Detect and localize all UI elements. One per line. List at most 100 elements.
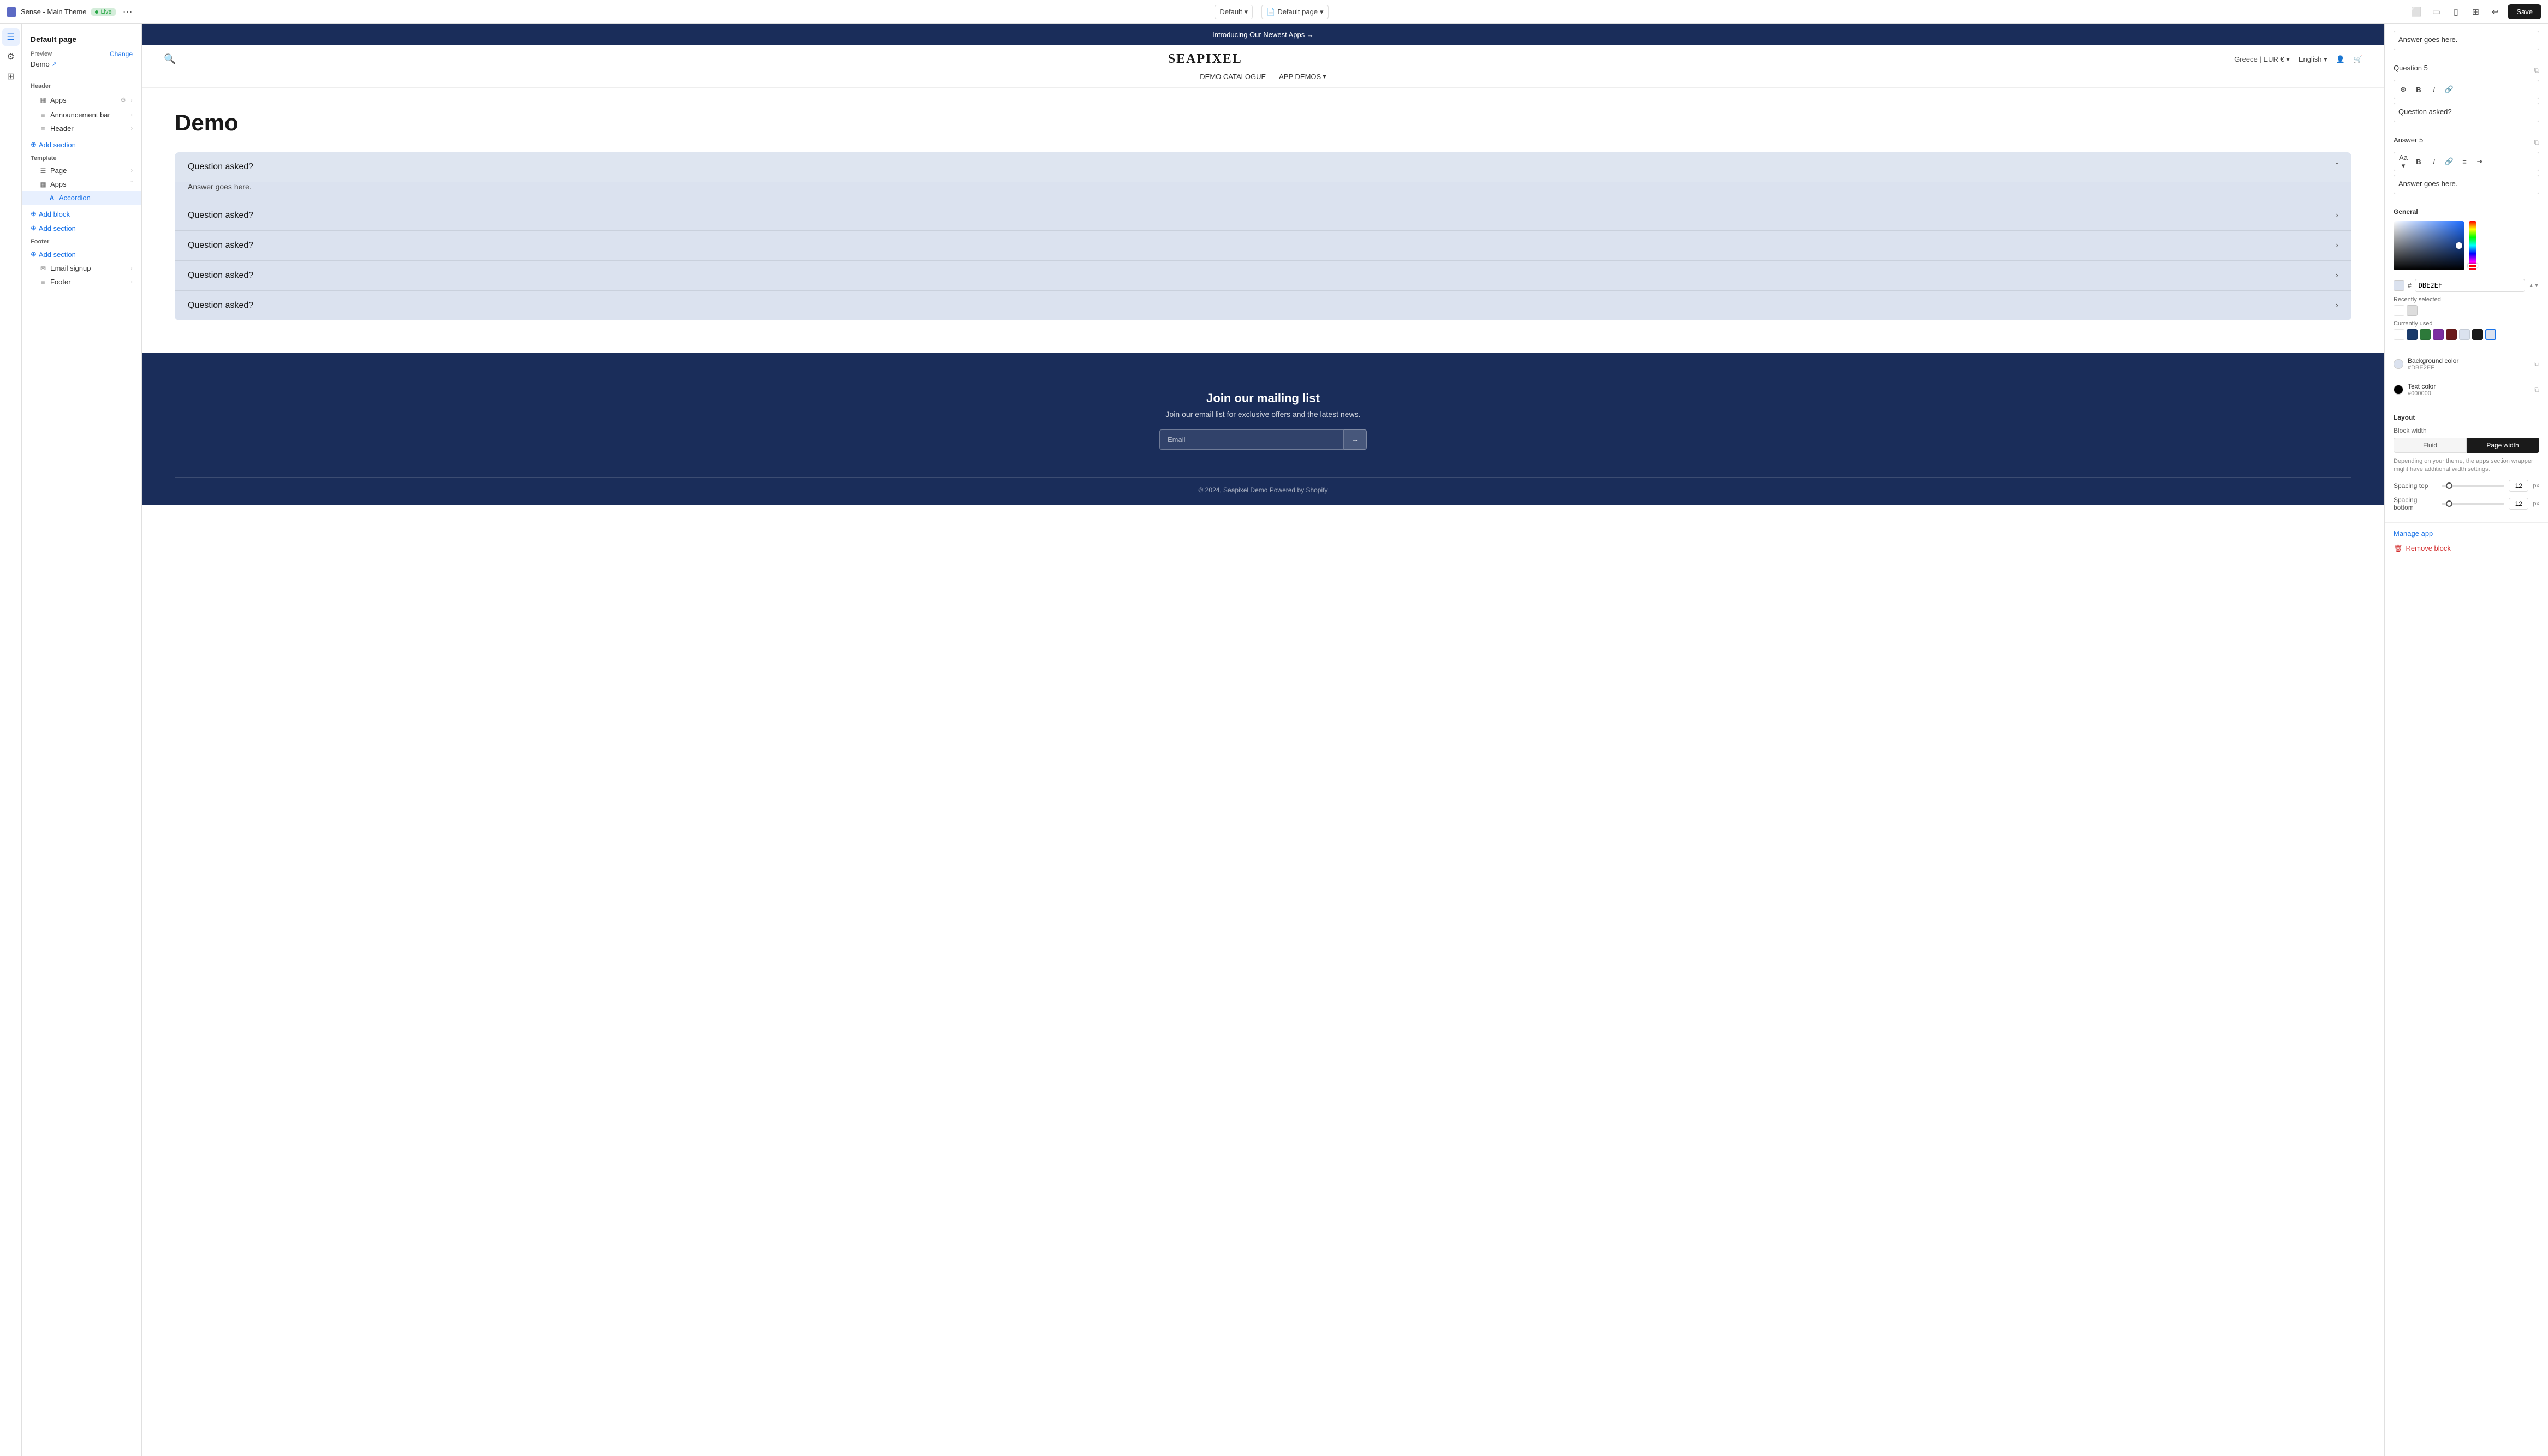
italic-btn2[interactable]: I <box>2427 154 2441 169</box>
answer5-value[interactable]: Answer goes here. <box>2394 175 2539 194</box>
sidebar-item-page[interactable]: ☰ Page › <box>22 164 141 177</box>
accordion-chevron-4: › <box>2336 271 2338 281</box>
cart-icon[interactable]: 🛒 <box>2354 55 2362 64</box>
add-section-footer-btn[interactable]: ⊕ Add section <box>22 247 141 261</box>
swatch-white[interactable] <box>2394 305 2404 316</box>
email-input[interactable] <box>1159 429 1344 450</box>
font-size-btn[interactable]: Aa ▾ <box>2396 154 2410 169</box>
question5-copy-icon[interactable]: ⧉ <box>2534 66 2539 75</box>
swatch-current-lightblue[interactable] <box>2459 329 2470 340</box>
nav-demo-catalogue[interactable]: DEMO CATALOGUE <box>1200 72 1266 81</box>
general-section: General # ▲▼ Recently selected <box>2385 201 2548 347</box>
recently-swatches <box>2394 305 2539 316</box>
tablet-icon[interactable]: ▭ <box>2428 4 2444 20</box>
swatch-current-white[interactable] <box>2394 329 2404 340</box>
more-button[interactable]: ··· <box>121 4 135 20</box>
settings-small-icon[interactable]: ⚙ <box>118 94 129 105</box>
desktop-icon[interactable]: ⬜ <box>2408 4 2425 20</box>
layout-icon[interactable]: ⊞ <box>2467 4 2484 20</box>
sidebar-item-announcement[interactable]: ≡ Announcement bar › <box>22 108 141 122</box>
spacing-top-input[interactable] <box>2509 480 2528 492</box>
color-gradient[interactable] <box>2394 221 2464 270</box>
bg-color-text: Background color #DBE2EF <box>2408 357 2458 371</box>
swatch-current-navy[interactable] <box>2407 329 2418 340</box>
bg-color-circle[interactable] <box>2394 359 2403 369</box>
swatch-current-selected[interactable] <box>2485 329 2496 340</box>
bold-tool-btn[interactable]: B <box>2412 82 2426 97</box>
accordion-item-2[interactable]: Question asked? › <box>175 201 2351 231</box>
apps-icon[interactable]: ⊞ <box>2 68 20 85</box>
change-button[interactable]: Change <box>110 50 133 58</box>
link-btn2[interactable]: 🔗 <box>2442 154 2456 169</box>
question5-value[interactable]: Question asked? <box>2394 103 2539 122</box>
layout-label: Layout <box>2394 414 2539 421</box>
spacing-top-thumb[interactable] <box>2446 482 2452 489</box>
text-copy-icon[interactable]: ⧉ <box>2534 386 2539 394</box>
swatch-current-black[interactable] <box>2472 329 2483 340</box>
question5-section: Question 5 ⧉ ⊛ B I 🔗 Question asked? <box>2385 57 2548 129</box>
italic-tool-btn[interactable]: I <box>2427 82 2441 97</box>
color-arrows[interactable]: ▲▼ <box>2528 283 2539 289</box>
save-button[interactable]: Save <box>2508 4 2541 19</box>
bottom-actions: Manage app 🗑 Remove block <box>2385 523 2548 559</box>
spacing-top-slider[interactable] <box>2442 485 2504 487</box>
region-selector[interactable]: Greece | EUR € ▾ <box>2234 55 2290 64</box>
sidebar-item-email-signup[interactable]: ✉ Email signup › <box>22 261 141 275</box>
color-spectrum[interactable] <box>2469 221 2476 270</box>
add-section-button-2[interactable]: ⊕ Add section <box>22 221 141 235</box>
default-dropdown[interactable]: Default ▾ <box>1215 5 1253 19</box>
add-section-button-1[interactable]: ⊕ Add section <box>22 138 141 152</box>
sidebar-item-header[interactable]: ≡ Header › <box>22 122 141 135</box>
add-block-button[interactable]: ⊕ Add block <box>22 207 141 221</box>
accordion-item-1[interactable]: Question asked? ˇ <box>175 152 2351 182</box>
swatch-current-purple[interactable] <box>2433 329 2444 340</box>
chevron-down-icon2: ▾ <box>1320 8 1324 16</box>
list-btn[interactable]: ≡ <box>2457 154 2472 169</box>
account-icon[interactable]: 👤 <box>2336 55 2345 64</box>
header-right: Greece | EUR € ▾ English ▾ 👤 🛒 <box>2234 55 2362 64</box>
page-dropdown[interactable]: 📄 Default page ▾ <box>1261 5 1328 19</box>
swatch-current-green[interactable] <box>2420 329 2431 340</box>
sidebar-item-apps-header[interactable]: ▦ Apps ⚙ › <box>22 92 141 108</box>
page-width-btn[interactable]: Page width <box>2467 438 2539 453</box>
swatch-lightgray[interactable] <box>2407 305 2418 316</box>
answer5-copy-icon[interactable]: ⧉ <box>2534 138 2539 147</box>
fluid-btn[interactable]: Fluid <box>2394 438 2467 453</box>
color-hex-input[interactable] <box>2415 279 2526 292</box>
mobile-icon[interactable]: ▯ <box>2448 4 2464 20</box>
undo-icon[interactable]: ↩ <box>2487 4 2503 20</box>
format-tool-btn[interactable]: ⊛ <box>2396 82 2410 97</box>
color-gradient-container[interactable] <box>2394 221 2464 275</box>
swatch-current-darkred[interactable] <box>2446 329 2457 340</box>
link-tool-btn[interactable]: 🔗 <box>2442 82 2456 97</box>
manage-app-link[interactable]: Manage app <box>2394 529 2539 538</box>
color-picker-row <box>2394 221 2539 275</box>
bold-btn2[interactable]: B <box>2412 154 2426 169</box>
spectrum-thumb[interactable] <box>2468 264 2478 268</box>
email-submit-button[interactable]: → <box>1344 429 1367 450</box>
sections-icon[interactable]: ☰ <box>2 28 20 46</box>
text-color-circle[interactable] <box>2394 385 2403 395</box>
remove-block-button[interactable]: 🗑 Remove block <box>2394 544 2451 553</box>
sidebar-item-accordion[interactable]: A Accordion <box>22 191 141 205</box>
bg-copy-icon[interactable]: ⧉ <box>2534 360 2539 368</box>
external-link-icon[interactable]: ↗ <box>52 61 57 68</box>
accordion-item-3[interactable]: Question asked? › <box>175 231 2351 261</box>
gradient-thumb[interactable] <box>2456 242 2462 249</box>
nav-app-demos[interactable]: APP DEMOS ▾ <box>1279 72 1326 81</box>
language-selector[interactable]: English ▾ <box>2299 55 2327 64</box>
search-icon[interactable]: 🔍 <box>164 53 176 65</box>
sidebar-item-apps-template[interactable]: ▦ Apps ˇ <box>22 177 141 191</box>
accordion-item-4[interactable]: Question asked? › <box>175 261 2351 291</box>
settings-icon[interactable]: ⚙ <box>2 48 20 65</box>
spacing-bottom-thumb[interactable] <box>2446 500 2452 507</box>
spacing-bottom-slider[interactable] <box>2442 503 2504 505</box>
remove-block-label: Remove block <box>2406 544 2451 552</box>
left-panel: Default page Preview Change Demo ↗ Heade… <box>22 24 142 1456</box>
answer5-toolbar: Aa ▾ B I 🔗 ≡ ⇥ <box>2394 152 2539 171</box>
accordion-item-5[interactable]: Question asked? › <box>175 291 2351 320</box>
spacing-bottom-input[interactable] <box>2509 498 2528 510</box>
sidebar-item-footer[interactable]: ≡ Footer › <box>22 275 141 289</box>
page-name: Default page <box>31 35 133 44</box>
indent-btn[interactable]: ⇥ <box>2473 154 2487 169</box>
